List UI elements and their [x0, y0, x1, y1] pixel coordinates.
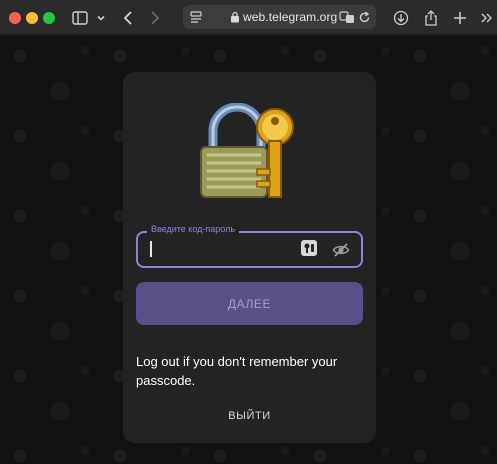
- lock-and-key-icon: [200, 103, 294, 198]
- logout-button[interactable]: ВЫЙТИ: [136, 402, 363, 430]
- page-settings-icon[interactable]: [186, 7, 206, 27]
- reload-icon[interactable]: [354, 7, 374, 27]
- window-maximize-button[interactable]: [43, 12, 55, 24]
- next-button[interactable]: ДАЛЕЕ: [136, 282, 363, 325]
- keyboard-lock-icon[interactable]: [299, 238, 319, 258]
- url-text: web.telegram.org: [243, 10, 338, 24]
- tab-overview-chevrons-icon[interactable]: [477, 8, 497, 28]
- forward-arrow-icon[interactable]: [145, 8, 165, 28]
- logout-hint-text: Log out if you don't remember your passc…: [136, 354, 338, 388]
- hide-password-icon[interactable]: [331, 240, 351, 260]
- new-tab-icon[interactable]: [450, 8, 470, 28]
- downloads-icon[interactable]: [391, 8, 411, 28]
- window-close-button[interactable]: [9, 12, 21, 24]
- sidebar-icon[interactable]: [70, 8, 90, 28]
- chevron-down-icon[interactable]: [91, 8, 111, 28]
- lock-icon: [225, 7, 245, 27]
- text-caret: [150, 241, 152, 257]
- browser-toolbar: web.telegram.org: [0, 0, 497, 35]
- window-minimize-button[interactable]: [26, 12, 38, 24]
- passcode-field-label: Введите код-пароль: [147, 223, 240, 235]
- share-icon[interactable]: [421, 8, 441, 28]
- address-bar[interactable]: web.telegram.org: [183, 5, 376, 29]
- back-arrow-icon[interactable]: [118, 8, 138, 28]
- passcode-field[interactable]: [136, 231, 363, 268]
